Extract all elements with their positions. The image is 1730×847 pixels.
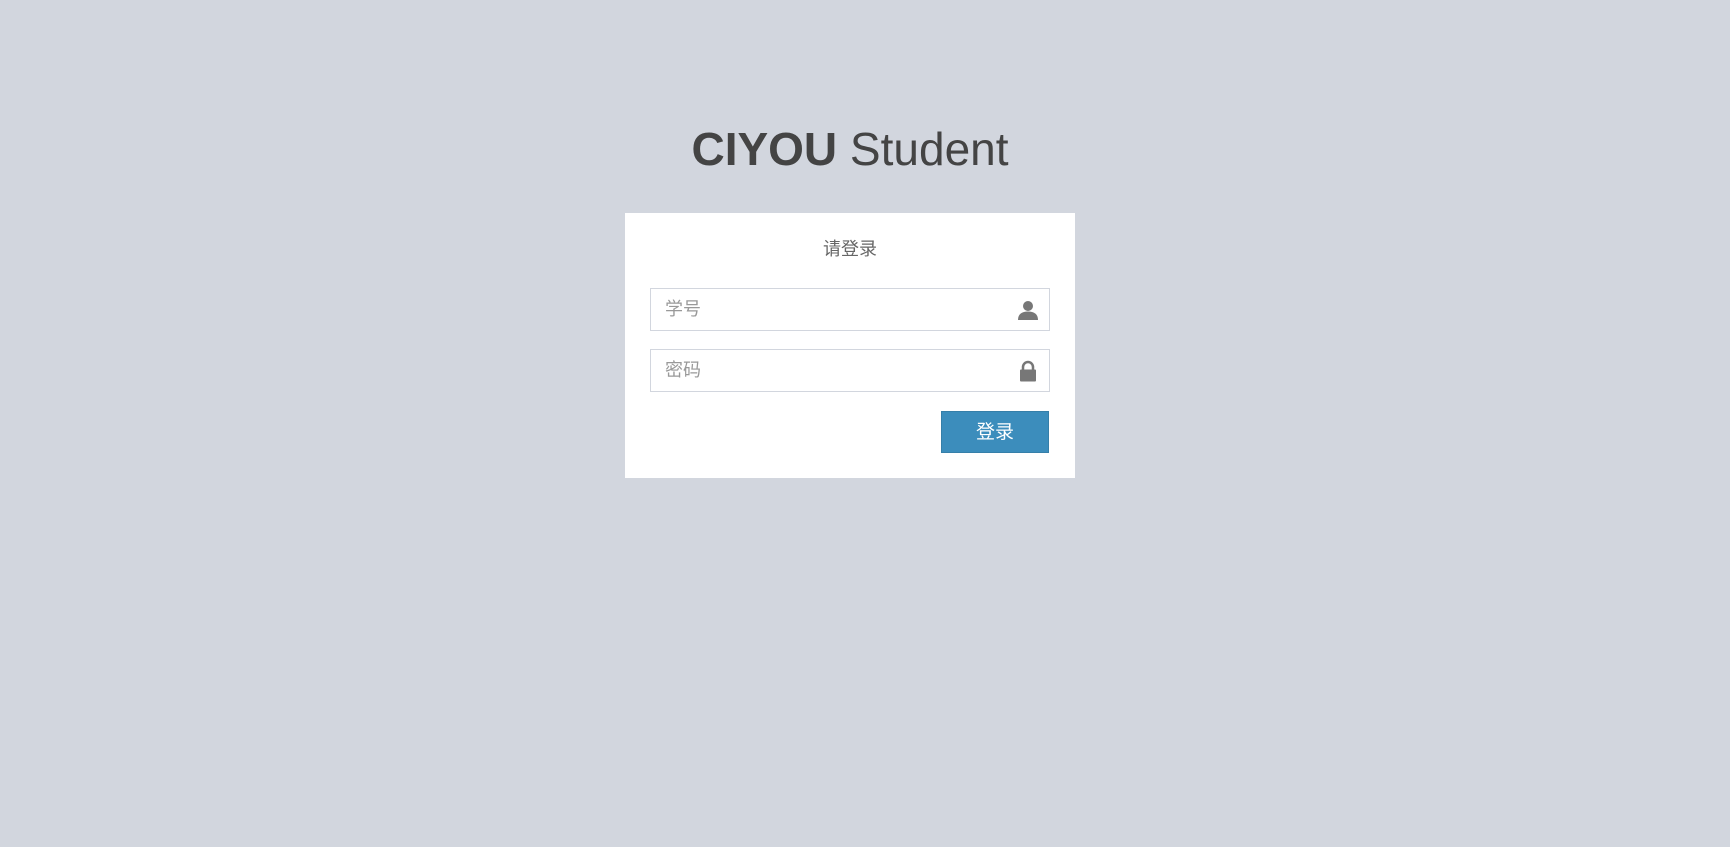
student-id-field: [650, 288, 1050, 331]
student-id-input[interactable]: [651, 289, 1049, 330]
logo-suffix: Student: [837, 123, 1009, 175]
password-field: [650, 349, 1050, 392]
user-icon: [1017, 299, 1039, 321]
login-logo: CIYOU Student: [0, 121, 1700, 177]
logo-brand: CIYOU: [691, 123, 838, 175]
lock-icon: [1017, 360, 1039, 382]
login-box-message: 请登录: [823, 239, 877, 259]
login-box: 请登录 登录: [625, 213, 1075, 478]
login-button[interactable]: 登录: [941, 411, 1049, 453]
password-input[interactable]: [651, 350, 1049, 391]
